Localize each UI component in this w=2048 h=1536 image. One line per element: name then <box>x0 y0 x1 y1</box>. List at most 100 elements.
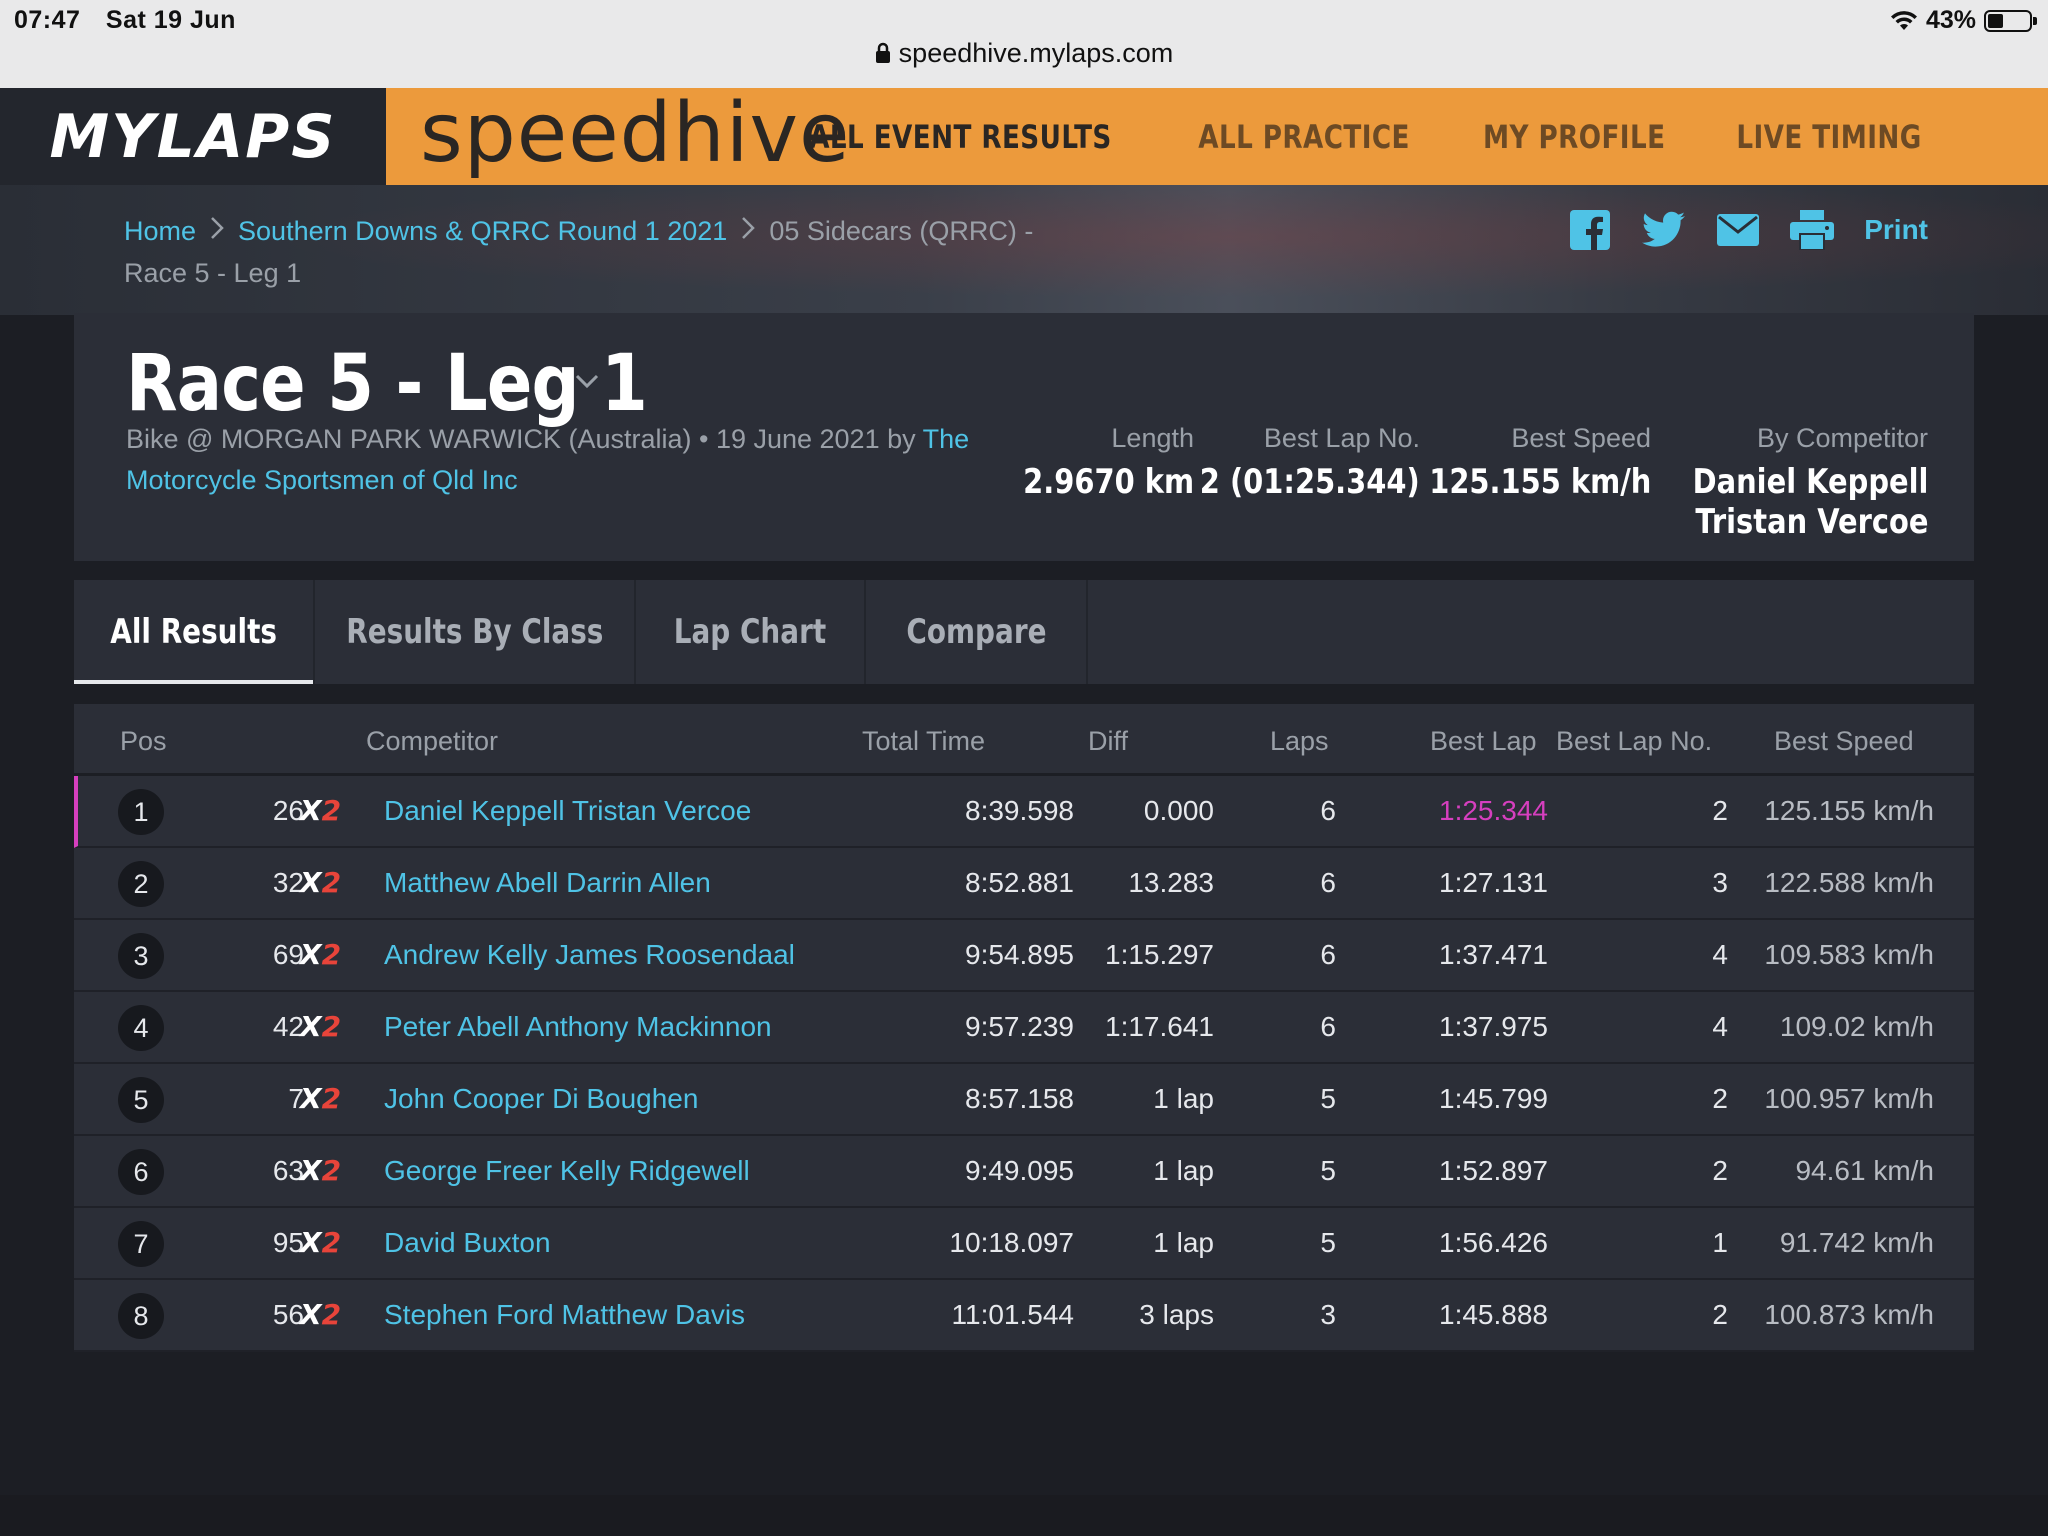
diff: 1:15.297 <box>1105 939 1214 970</box>
header-diff[interactable]: Diff <box>1088 726 1128 757</box>
status-date: Sat 19 Jun <box>105 6 236 34</box>
table-row[interactable]: 5 7 X2 John Cooper Di Boughen 8:57.158 1 lap 5… <box>74 1064 1974 1136</box>
class-badge: X2 <box>300 1136 341 1206</box>
table-row[interactable]: 1 26 X2 Daniel Keppell Tristan Vercoe 8:39.5… <box>74 776 1974 848</box>
status-right: 43% <box>1890 6 2037 35</box>
diff: 1 lap <box>1153 1155 1214 1186</box>
tab-results-by-class-label: Results By Class <box>345 612 604 652</box>
tab-compare[interactable]: Compare <box>866 580 1088 684</box>
laps: 6 <box>1320 795 1336 826</box>
status-left: 07:47 Sat 19 Jun <box>14 6 254 35</box>
diff: 0.000 <box>1143 795 1214 826</box>
competitor-number: 56 <box>272 1299 304 1330</box>
tab-all-results[interactable]: All Results <box>74 580 315 684</box>
competitor-name-link[interactable]: Daniel Keppell Tristan Vercoe <box>384 776 751 846</box>
header-best-lap[interactable]: Best Lap <box>1430 726 1537 757</box>
competitor-name-link[interactable]: David Buxton <box>384 1208 551 1278</box>
position-badge: 2 <box>118 861 164 907</box>
competitor-name-link[interactable]: John Cooper Di Boughen <box>384 1064 698 1134</box>
best-lap: 1:56.426 <box>1439 1227 1548 1258</box>
header-pos[interactable]: Pos <box>120 726 167 757</box>
competitor-number: 42 <box>272 1011 304 1042</box>
position-badge: 6 <box>118 1149 164 1195</box>
stat-best-lap-no-label: Best Lap No. <box>1263 423 1420 453</box>
position-badge: 8 <box>118 1293 164 1339</box>
best-speed: 100.873 km/h <box>1764 1299 1934 1330</box>
best-speed: 109.583 km/h <box>1764 939 1934 970</box>
nav-all-event-results[interactable]: ALL EVENT RESULTS <box>810 118 1113 156</box>
bottom-bar <box>0 1495 2048 1536</box>
diff: 1 lap <box>1153 1083 1214 1114</box>
twitter-icon[interactable] <box>1642 208 1686 252</box>
mylaps-logo[interactable]: MYLAPS <box>0 88 386 185</box>
diff: 3 laps <box>1139 1299 1214 1330</box>
tab-lap-chart[interactable]: Lap Chart <box>636 580 866 684</box>
table-row[interactable]: 3 69 X2 Andrew Kelly James Roosendaal 9:54.8… <box>74 920 1974 992</box>
competitor-name-link[interactable]: Andrew Kelly James Roosendaal <box>384 920 795 990</box>
competitor-number: 95 <box>272 1227 304 1258</box>
stat-best-speed-value: 125.155 km/h <box>1428 462 1651 502</box>
laps: 5 <box>1320 1227 1336 1258</box>
url-text: speedhive.mylaps.com <box>898 38 1174 68</box>
print-link[interactable]: Print <box>1864 214 1928 246</box>
best-lap-no: 4 <box>1712 1011 1728 1042</box>
competitor-name-link[interactable]: Matthew Abell Darrin Allen <box>384 848 711 918</box>
competitor-number: 69 <box>272 939 304 970</box>
class-badge: X2 <box>300 1208 341 1278</box>
class-number: 2 <box>321 794 342 827</box>
table-row[interactable]: 6 63 X2 George Freer Kelly Ridgewell 9:49.09… <box>74 1136 1974 1208</box>
header-best-lap-no[interactable]: Best Lap No. <box>1556 726 1712 757</box>
best-speed: 125.155 km/h <box>1764 795 1934 826</box>
lock-icon <box>875 42 890 63</box>
class-number: 2 <box>321 1082 342 1115</box>
best-lap-no: 2 <box>1712 795 1728 826</box>
competitor-name-link[interactable]: George Freer Kelly Ridgewell <box>384 1136 750 1206</box>
header-laps[interactable]: Laps <box>1270 726 1329 757</box>
competitor-name-link[interactable]: Peter Abell Anthony Mackinnon <box>384 992 772 1062</box>
position-badge: 1 <box>118 789 164 835</box>
table-row[interactable]: 7 95 X2 David Buxton 10:18.097 1 lap 5 1:56.426… <box>74 1208 1974 1280</box>
breadcrumb-home[interactable]: Home <box>124 216 196 246</box>
breadcrumb-event[interactable]: Southern Downs & QRRC Round 1 2021 <box>238 216 727 246</box>
url-bar[interactable]: speedhive.mylaps.com <box>0 38 2048 69</box>
class-badge: X2 <box>300 992 341 1062</box>
best-lap-no: 1 <box>1712 1227 1728 1258</box>
best-speed: 122.588 km/h <box>1764 867 1934 898</box>
facebook-icon[interactable] <box>1568 208 1612 252</box>
chevron-down-icon[interactable] <box>574 373 600 391</box>
nav-my-profile[interactable]: MY PROFILE <box>1483 118 1665 156</box>
total-time: 10:18.097 <box>949 1227 1074 1258</box>
table-row[interactable]: 2 32 X2 Matthew Abell Darrin Allen 8:52.881 1… <box>74 848 1974 920</box>
results-tabs: All Results Results By Class Lap Chart C… <box>74 580 1974 684</box>
header-total-time[interactable]: Total Time <box>862 726 985 757</box>
competitor-number: 32 <box>272 867 304 898</box>
best-speed: 109.02 km/h <box>1779 1011 1934 1042</box>
position-badge: 4 <box>118 1005 164 1051</box>
race-title: Race 5 - Leg 1 <box>126 339 648 429</box>
best-speed: 91.742 km/h <box>1779 1227 1934 1258</box>
stat-best-lap-no: Best Lap No. 2 (01:25.344) <box>1161 423 1420 502</box>
tab-all-results-label: All Results <box>110 612 277 652</box>
nav-all-practice[interactable]: ALL PRACTICE <box>1199 118 1411 156</box>
tab-results-by-class[interactable]: Results By Class <box>315 580 636 684</box>
position-badge: 7 <box>118 1221 164 1267</box>
best-lap-no: 2 <box>1712 1155 1728 1186</box>
table-row[interactable]: 8 56 X2 Stephen Ford Matthew Davis 11:01.544… <box>74 1280 1974 1352</box>
class-letter: X <box>300 1154 322 1187</box>
header-competitor[interactable]: Competitor <box>366 726 498 757</box>
class-number: 2 <box>321 1154 342 1187</box>
total-time: 9:54.895 <box>965 939 1074 970</box>
battery-icon <box>1984 9 2037 32</box>
nav-live-timing[interactable]: LIVE TIMING <box>1736 118 1921 156</box>
race-meta-text: Bike @ MORGAN PARK WARWICK (Australia) •… <box>126 424 923 454</box>
print-icon[interactable] <box>1790 208 1835 252</box>
laps: 6 <box>1320 1011 1336 1042</box>
competitor-name-link[interactable]: Stephen Ford Matthew Davis <box>384 1280 745 1350</box>
email-icon[interactable] <box>1716 208 1760 252</box>
class-number: 2 <box>321 1010 342 1043</box>
class-badge: X2 <box>300 848 341 918</box>
table-row[interactable]: 4 42 X2 Peter Abell Anthony Mackinnon 9:57.2… <box>74 992 1974 1064</box>
stat-by-competitor-name-1: Daniel Keppell <box>1692 462 1928 502</box>
status-time: 07:47 <box>14 6 81 34</box>
header-best-speed[interactable]: Best Speed <box>1774 726 1914 757</box>
